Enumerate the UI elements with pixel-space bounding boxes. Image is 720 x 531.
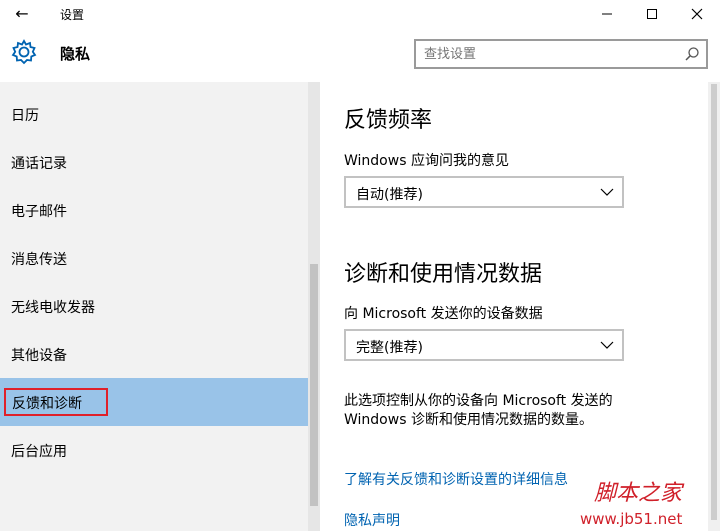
search-box[interactable]	[414, 39, 708, 69]
sidebar-item-label: 日历	[11, 108, 39, 124]
sidebar-item-email[interactable]: 电子邮件	[0, 186, 308, 234]
title-bar: ← 设置	[0, 0, 720, 28]
sidebar-item-label: 电子邮件	[11, 204, 67, 220]
diagnostics-label: 向 Microsoft 发送你的设备数据	[344, 306, 543, 322]
sidebar-item-other-devices[interactable]: 其他设备	[0, 330, 308, 378]
app-title: 设置	[60, 8, 85, 22]
watermark-line2: www.jb51.net	[580, 510, 682, 528]
feedback-frequency-dropdown[interactable]: 自动(推荐)	[344, 176, 624, 208]
dropdown-value: 完整(推荐)	[356, 340, 423, 356]
sidebar-item-messaging[interactable]: 消息传送	[0, 234, 308, 282]
maximize-icon	[647, 9, 657, 19]
content-scrollbar-thumb[interactable]	[711, 84, 717, 520]
diagnostics-heading: 诊断和使用情况数据	[344, 262, 543, 287]
gear-icon	[11, 39, 37, 65]
sidebar-item-radios[interactable]: 无线电收发器	[0, 282, 308, 330]
privacy-statement-link[interactable]: 隐私声明	[344, 510, 400, 530]
sidebar-item-label: 反馈和诊断	[12, 396, 82, 412]
sidebar-item-calendar[interactable]: 日历	[0, 90, 308, 138]
minimize-icon	[602, 13, 612, 15]
maximize-button[interactable]	[629, 0, 675, 28]
sidebar-item-feedback-diagnostics[interactable]: 反馈和诊断	[0, 378, 308, 426]
sidebar-item-label: 无线电收发器	[11, 300, 95, 316]
page-title: 隐私	[60, 45, 91, 63]
feedback-frequency-heading: 反馈频率	[344, 108, 433, 133]
search-icon[interactable]	[684, 46, 700, 62]
search-input[interactable]	[424, 45, 674, 63]
sidebar-item-background-apps[interactable]: 后台应用	[0, 426, 308, 474]
sidebar: 日历 通话记录 电子邮件 消息传送 无线电收发器 其他设备 反馈和诊断 后台应用	[0, 82, 320, 531]
watermark-line1: 脚本之家	[594, 481, 685, 506]
sidebar-item-label: 后台应用	[11, 444, 67, 460]
chevron-down-icon	[600, 188, 614, 196]
sidebar-scrollbar-thumb[interactable]	[310, 264, 318, 506]
site-watermark: 脚本之家 www.jb51.net	[580, 481, 685, 528]
sidebar-item-label: 通话记录	[11, 156, 67, 172]
sidebar-item-call-history[interactable]: 通话记录	[0, 138, 308, 186]
chevron-down-icon	[600, 341, 614, 349]
learn-more-link[interactable]: 了解有关反馈和诊断设置的详细信息	[344, 469, 568, 489]
dropdown-value: 自动(推荐)	[356, 187, 423, 203]
sidebar-item-label: 其他设备	[11, 348, 67, 364]
diagnostics-description-line1: 此选项控制从你的设备向 Microsoft 发送的	[344, 393, 613, 409]
main-content: 反馈频率 Windows 应询问我的意见 自动(推荐) 诊断和使用情况数据 向 …	[320, 82, 708, 531]
diagnostics-dropdown[interactable]: 完整(推荐)	[344, 329, 624, 361]
diagnostics-description-line2: Windows 诊断和使用情况数据的数量。	[344, 412, 593, 428]
minimize-button[interactable]	[584, 0, 630, 28]
sidebar-item-label: 消息传送	[11, 252, 67, 268]
feedback-frequency-label: Windows 应询问我的意见	[344, 153, 509, 169]
back-arrow-icon[interactable]: ←	[10, 4, 34, 24]
close-button[interactable]	[674, 0, 720, 28]
close-icon	[691, 8, 703, 20]
